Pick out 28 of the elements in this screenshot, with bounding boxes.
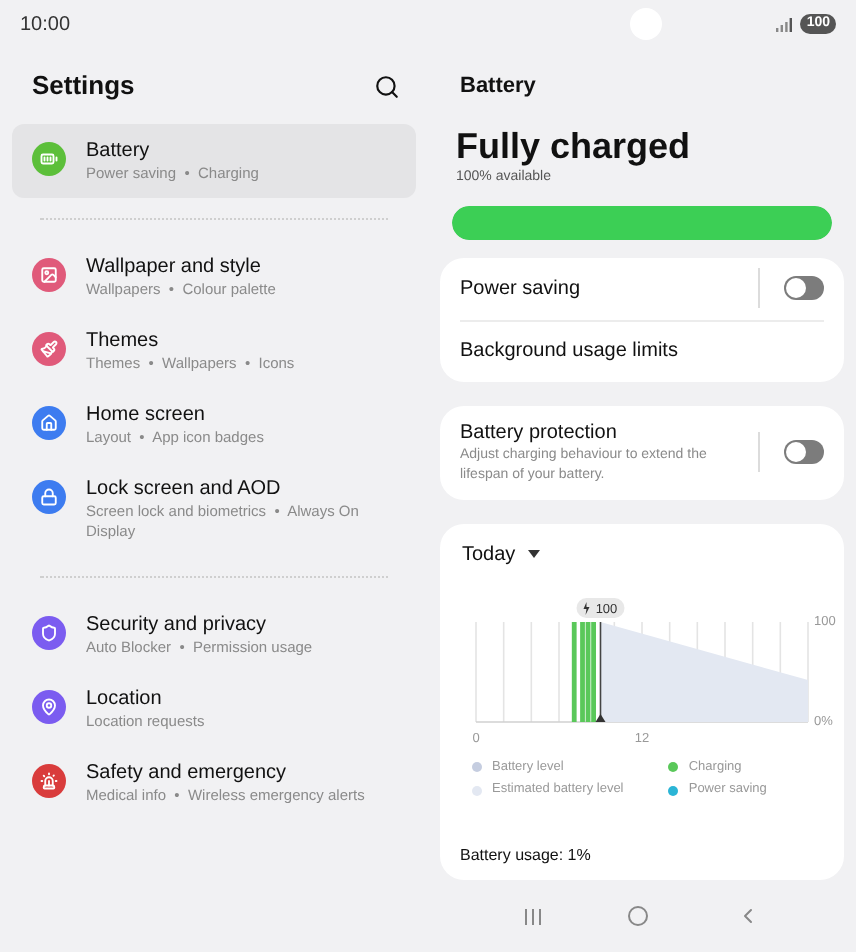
item-title: Home screen (86, 402, 207, 428)
search-icon[interactable] (374, 73, 400, 99)
page-title: Battery (460, 71, 536, 102)
item-title: Wallpaper and style (86, 254, 263, 280)
period-dropdown[interactable]: Today (462, 539, 540, 569)
marker-icon (595, 713, 606, 721)
recents-icon[interactable] (523, 907, 542, 925)
item-title: Themes (86, 328, 161, 354)
reference-line (571, 621, 577, 721)
home-button[interactable] (628, 906, 649, 926)
item-title: Safety and emergency (86, 760, 289, 786)
status-time: 10:00 (20, 11, 71, 39)
item-title: Security and privacy (86, 612, 269, 638)
item-title: Battery (86, 138, 152, 164)
setting-label[interactable]: Background usage limits (460, 336, 678, 366)
tooltip-background (576, 597, 625, 617)
settings-title: Settings (32, 68, 135, 105)
bolt-icon (583, 601, 590, 614)
toggle-switch[interactable] (784, 440, 824, 464)
toggle-switch[interactable] (784, 276, 824, 300)
item-title: Location (86, 686, 164, 712)
setting-label[interactable]: Power saving (460, 273, 581, 303)
item-title: Lock screen and AOD (86, 476, 283, 502)
signal-icon (776, 17, 793, 31)
setting-label[interactable]: Battery protection (460, 419, 742, 445)
usage-summary: Battery usage: 1% (460, 844, 593, 868)
caret-icon (527, 550, 540, 558)
status-heading: Fully charged (454, 124, 693, 168)
